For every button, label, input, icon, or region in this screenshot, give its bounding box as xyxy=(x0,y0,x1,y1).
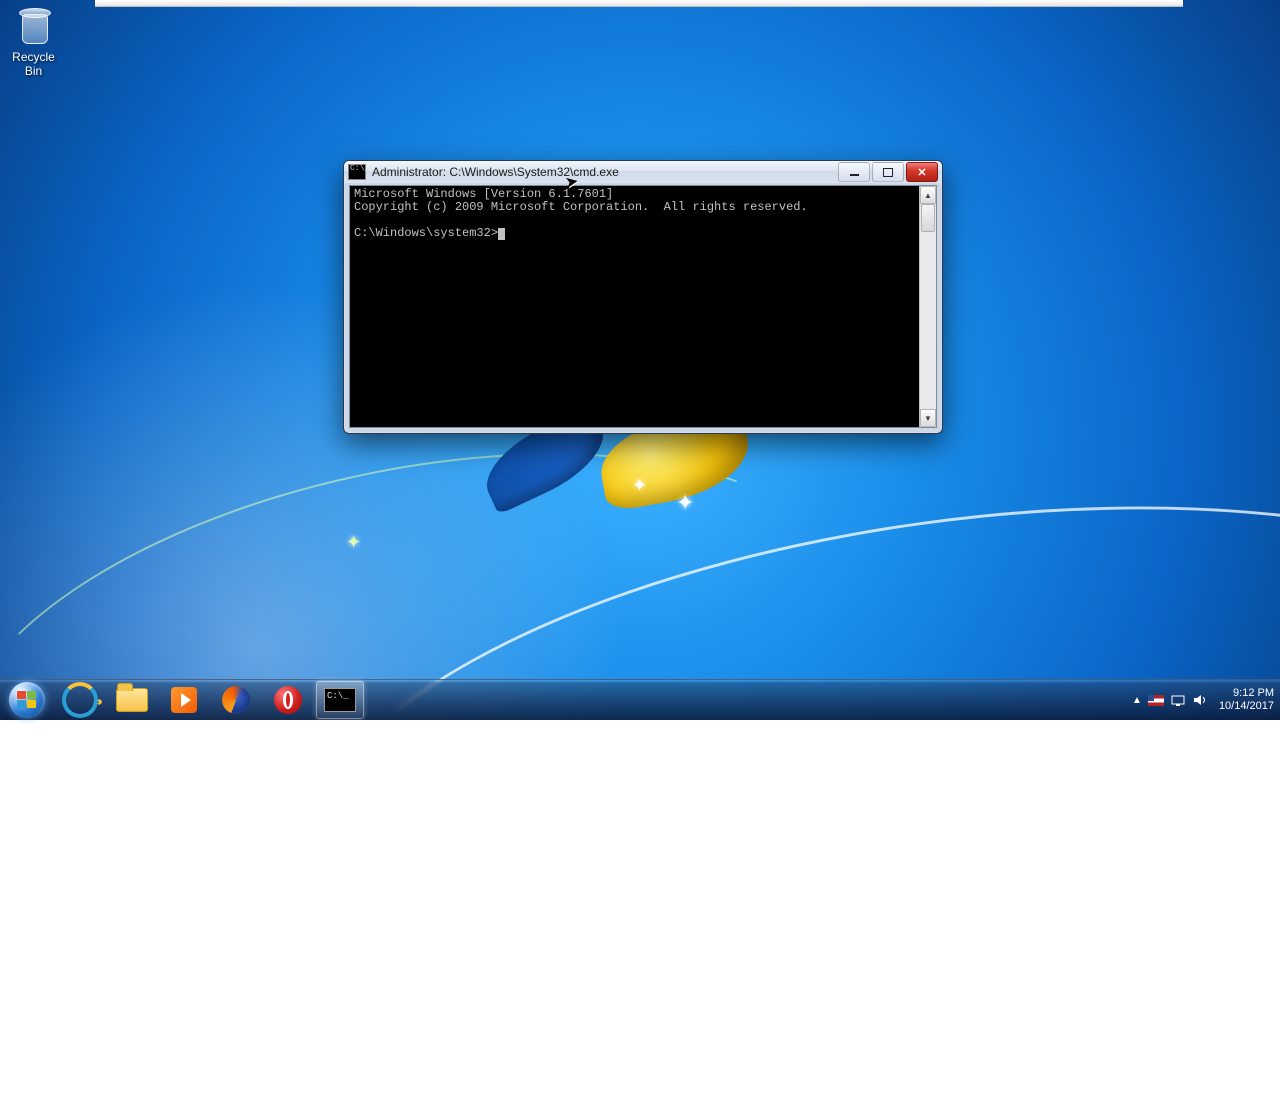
recycle-bin-icon[interactable]: Recycle Bin xyxy=(6,4,61,78)
minimize-button[interactable] xyxy=(838,162,870,182)
cmd-titlebar-icon xyxy=(348,164,366,180)
cmd-prompt: C:\Windows\system32> xyxy=(354,226,498,240)
cmd-window[interactable]: Administrator: C:\Windows\System32\cmd.e… xyxy=(343,160,943,434)
cmd-titlebar[interactable]: Administrator: C:\Windows\System32\cmd.e… xyxy=(344,161,942,183)
scroll-up-button[interactable]: ▲ xyxy=(920,186,936,204)
trash-icon xyxy=(15,4,53,48)
cmd-line: Copyright (c) 2009 Microsoft Corporation… xyxy=(354,200,808,214)
cmd-console[interactable]: Microsoft Windows [Version 6.1.7601] Cop… xyxy=(350,186,919,427)
wallpaper-swoosh xyxy=(271,432,1280,1114)
media-player-icon xyxy=(171,687,197,713)
clock-time: 9:12 PM xyxy=(1219,687,1274,700)
scroll-thumb[interactable] xyxy=(921,204,935,232)
folder-icon xyxy=(116,688,148,712)
clock-date: 10/14/2017 xyxy=(1219,700,1274,713)
taskbar-pin-firefox[interactable] xyxy=(212,681,260,719)
close-button[interactable] xyxy=(906,162,938,182)
volume-icon[interactable] xyxy=(1192,692,1208,708)
cmd-line: Microsoft Windows [Version 6.1.7601] xyxy=(354,187,613,201)
taskbar-pin-ie[interactable] xyxy=(56,681,104,719)
start-orb-icon xyxy=(9,682,45,718)
tray-show-hidden-icons[interactable]: ▲ xyxy=(1129,685,1145,715)
network-icon[interactable] xyxy=(1170,692,1186,708)
cmd-icon xyxy=(324,688,356,712)
taskbar-pin-opera[interactable] xyxy=(264,681,312,719)
top-artifact-strip xyxy=(95,0,1183,7)
opera-icon xyxy=(274,686,302,714)
internet-explorer-icon xyxy=(62,682,98,718)
start-button[interactable] xyxy=(0,680,54,720)
system-tray: ▲ 9:12 PM 10/14/2017 xyxy=(1129,680,1280,720)
cmd-title-text: Administrator: C:\Windows\System32\cmd.e… xyxy=(372,165,619,179)
maximize-button[interactable] xyxy=(872,162,904,182)
wallpaper-sparkle: ✦ xyxy=(346,532,361,553)
taskbar-pin-wmp[interactable] xyxy=(160,681,208,719)
taskbar[interactable]: ▲ 9:12 PM 10/14/2017 xyxy=(0,679,1280,720)
taskbar-clock[interactable]: 9:12 PM 10/14/2017 xyxy=(1219,687,1274,713)
wallpaper-sparkle: ✦ xyxy=(676,490,694,516)
cmd-client-area: Microsoft Windows [Version 6.1.7601] Cop… xyxy=(349,185,937,428)
action-center-icon[interactable] xyxy=(1148,692,1164,708)
scroll-down-button[interactable]: ▼ xyxy=(920,409,936,427)
taskbar-pin-cmd[interactable] xyxy=(316,681,364,719)
firefox-icon xyxy=(222,686,250,714)
wallpaper-sparkle: ✦ xyxy=(632,475,647,496)
wallpaper-swoosh xyxy=(0,380,886,963)
taskbar-pin-explorer[interactable] xyxy=(108,681,156,719)
desktop-wallpaper[interactable]: ✦ ✦ ✦ Recycle Bin Administrator: C:\Wind… xyxy=(0,0,1280,720)
recycle-bin-label: Recycle Bin xyxy=(6,50,61,78)
cmd-vertical-scrollbar[interactable]: ▲ ▼ xyxy=(919,186,936,427)
cmd-cursor xyxy=(498,228,505,240)
